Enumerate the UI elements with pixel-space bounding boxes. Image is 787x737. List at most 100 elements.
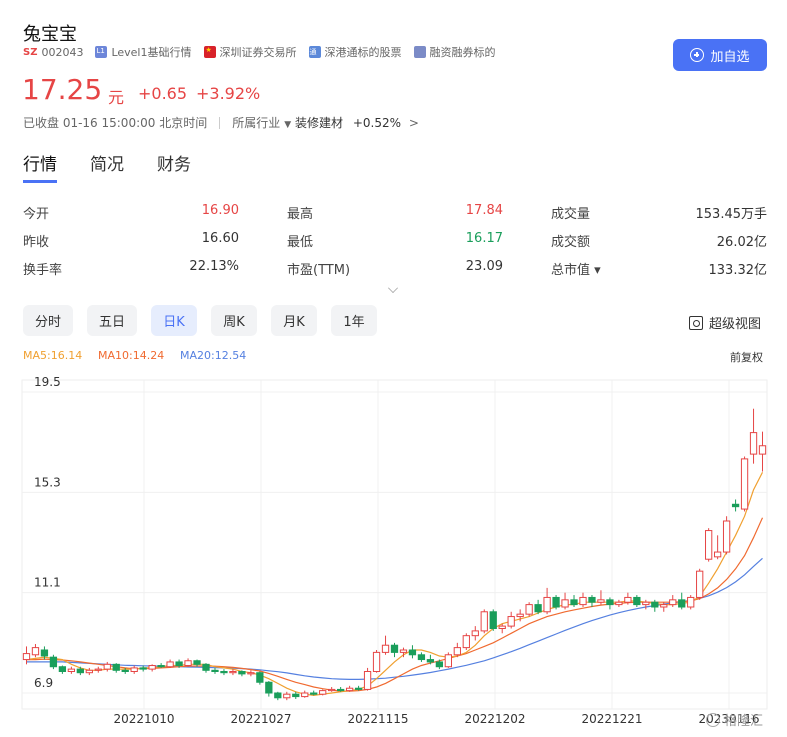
tag-label: 深圳证券交易所 bbox=[219, 46, 297, 59]
tag-level1[interactable]: Level1基础行情 bbox=[95, 44, 192, 60]
candle-body bbox=[103, 663, 111, 670]
ma5-legend: MA5:16.14 bbox=[23, 349, 83, 362]
candle-body bbox=[229, 671, 237, 674]
stat-value: 16.17 bbox=[465, 230, 503, 246]
period-tab[interactable]: 月K bbox=[271, 305, 317, 336]
super-view-button[interactable]: 超级视图 bbox=[689, 313, 761, 332]
candle-body bbox=[193, 660, 201, 665]
super-view-label: 超级视图 bbox=[709, 317, 762, 332]
candle-body bbox=[274, 692, 282, 699]
candle-body bbox=[184, 660, 192, 667]
stock-name: 兔宝宝 bbox=[23, 24, 77, 45]
period-tab[interactable]: 五日 bbox=[87, 305, 137, 336]
candle-body bbox=[301, 692, 309, 698]
stat-label: 总市值 ▾ bbox=[551, 262, 601, 278]
stat-value: 16.60 bbox=[201, 230, 239, 246]
y-tick-label: 15.3 bbox=[34, 475, 61, 489]
y-tick-label: 6.9 bbox=[34, 676, 53, 690]
candle-body bbox=[292, 693, 300, 698]
industry-name: 装修建材 bbox=[294, 116, 343, 130]
candle-body bbox=[749, 432, 758, 455]
candle-body bbox=[462, 635, 470, 649]
candle-body bbox=[202, 663, 210, 671]
stat-cell: 市盈(TTM) 23.09 bbox=[287, 259, 551, 278]
candle-body bbox=[426, 659, 435, 663]
candle-body bbox=[516, 613, 524, 618]
market-status: 已收盘 01-16 15:00:00 北京时间 所属行业 ▼ 装修建材 +0.5… bbox=[23, 114, 419, 131]
candle-body bbox=[534, 604, 542, 613]
period-tab[interactable]: 日K bbox=[151, 305, 197, 336]
candle-body bbox=[705, 530, 713, 560]
stat-row: 昨收 16.60 最低 16.17 成交额 26.02亿 bbox=[23, 226, 767, 254]
add-watchlist-button[interactable]: 加自选 bbox=[673, 39, 767, 71]
candle-body bbox=[588, 596, 596, 603]
candle-body bbox=[40, 649, 49, 657]
watermark-logo-icon bbox=[706, 712, 720, 727]
chevron-right-icon: > bbox=[408, 116, 419, 130]
tab-quote[interactable]: 行情 bbox=[23, 150, 57, 183]
tag-margin[interactable]: 融资融券标的 bbox=[413, 44, 496, 60]
candle-body bbox=[579, 596, 587, 606]
candle-body bbox=[256, 672, 264, 683]
chart-frame bbox=[21, 379, 768, 710]
candle-body bbox=[696, 570, 704, 598]
adjust-type[interactable]: 前复权 bbox=[730, 349, 763, 365]
x-tick-label: 20221202 bbox=[464, 712, 525, 726]
stat-label: 成交量 bbox=[551, 206, 591, 222]
tab-finance[interactable]: 财务 bbox=[157, 150, 191, 183]
caret-down-icon: ▼ bbox=[284, 120, 292, 130]
period-tab[interactable]: 周K bbox=[211, 305, 257, 336]
price-change-percent: +3.92% bbox=[196, 84, 261, 103]
period-tab[interactable]: 分时 bbox=[23, 305, 73, 336]
ma10-legend: MA10:14.24 bbox=[98, 349, 165, 362]
candle-body bbox=[139, 667, 147, 670]
stock-code: 002043 bbox=[41, 45, 84, 59]
kline-chart[interactable]: 19.5 15.3 11.1 6.9 20221010 20221027 20221115 2… bbox=[0, 372, 787, 737]
tag-stock-connect[interactable]: 深港通标的股票 bbox=[308, 44, 402, 60]
candle-body bbox=[552, 596, 560, 608]
candle-body bbox=[220, 671, 228, 674]
stat-label: 成交额 bbox=[551, 234, 591, 250]
candle-body bbox=[31, 647, 40, 656]
watermark-label: 格隆汇 bbox=[724, 714, 764, 729]
divider bbox=[219, 116, 221, 129]
candle-body bbox=[660, 604, 668, 608]
stat-cell: 最高 17.84 bbox=[287, 203, 551, 222]
candle-body bbox=[507, 616, 515, 627]
candle-body bbox=[94, 668, 102, 671]
candle-body bbox=[417, 654, 426, 661]
tag-exchange[interactable]: 深圳证券交易所 bbox=[203, 44, 297, 60]
candle-body bbox=[722, 520, 731, 553]
candle-body bbox=[49, 656, 58, 668]
tag-label: Level1基础行情 bbox=[111, 46, 192, 59]
industry-link[interactable]: ▼ 装修建材 +0.52% > bbox=[284, 114, 419, 131]
candle-body bbox=[310, 692, 318, 695]
candle-body bbox=[130, 667, 138, 672]
candle-body bbox=[606, 599, 614, 606]
candle-body bbox=[624, 596, 632, 603]
period-tab[interactable]: 1年 bbox=[331, 305, 377, 336]
stat-label: 今开 bbox=[23, 206, 50, 222]
x-tick-label: 20221027 bbox=[230, 712, 291, 726]
stat-value: 23.09 bbox=[465, 258, 503, 274]
candle-body bbox=[166, 661, 174, 668]
industry-label: 所属行业 bbox=[232, 116, 281, 130]
stat-value: 22.13% bbox=[189, 258, 239, 274]
chevron-down-icon[interactable] bbox=[388, 283, 398, 293]
candle-body bbox=[265, 681, 273, 694]
stats-grid: 今开 16.90 最高 17.84 成交量 153.45万手 昨收 16.60 最低 16.17 成… bbox=[23, 198, 767, 282]
candle-body bbox=[58, 666, 67, 673]
candle-body bbox=[337, 688, 345, 692]
candle-body bbox=[642, 601, 650, 606]
candle-body bbox=[758, 445, 767, 455]
candle-body bbox=[328, 688, 336, 692]
margin-icon bbox=[413, 46, 426, 58]
candle-body bbox=[651, 601, 659, 608]
tab-overview[interactable]: 简况 bbox=[90, 150, 124, 183]
candle-body bbox=[22, 653, 31, 661]
china-flag-icon bbox=[203, 46, 216, 58]
candle-body bbox=[561, 599, 569, 608]
stat-label: 市盈(TTM) bbox=[287, 262, 351, 278]
ma20-legend: MA20:12.54 bbox=[180, 349, 247, 362]
y-tick-label: 11.1 bbox=[34, 576, 61, 590]
